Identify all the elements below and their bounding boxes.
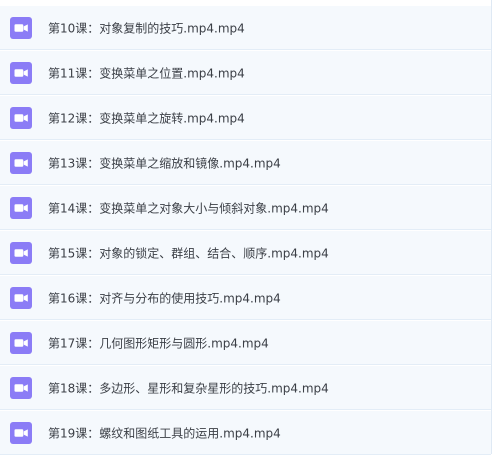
video-file-icon: [10, 286, 32, 309]
file-row[interactable]: 第15课：对象的锁定、群组、结合、顺序.mp4.mp4: [0, 231, 491, 275]
video-file-icon: [10, 331, 32, 354]
file-list: 第10课：对象复制的技巧.mp4.mp4 第11课：变换菜单之位置.mp4.mp…: [0, 0, 492, 455]
file-row[interactable]: 第17课：几何图形矩形与圆形.mp4.mp4: [0, 321, 491, 365]
file-row[interactable]: 第18课：多边形、星形和复杂星形的技巧.mp4.mp4: [0, 366, 491, 410]
file-name: 第15课：对象的锁定、群组、结合、顺序.mp4.mp4: [48, 246, 329, 260]
video-file-icon: [10, 421, 32, 444]
file-name: 第19课：螺纹和图纸工具的运用.mp4.mp4: [48, 426, 281, 440]
file-name: 第17课：几何图形矩形与圆形.mp4.mp4: [48, 336, 269, 350]
video-file-icon: [10, 151, 32, 174]
video-file-icon: [10, 16, 32, 39]
video-file-icon: [10, 376, 32, 399]
file-name: 第13课：变换菜单之缩放和镜像.mp4.mp4: [48, 156, 281, 170]
file-row[interactable]: 第10课：对象复制的技巧.mp4.mp4: [0, 6, 491, 50]
file-row[interactable]: 第12课：变换菜单之旋转.mp4.mp4: [0, 96, 491, 140]
file-row[interactable]: 第16课：对齐与分布的使用技巧.mp4.mp4: [0, 276, 491, 320]
file-name: 第16课：对齐与分布的使用技巧.mp4.mp4: [48, 291, 281, 305]
file-row[interactable]: 第19课：螺纹和图纸工具的运用.mp4.mp4: [0, 411, 491, 455]
file-name: 第14课：变换菜单之对象大小与倾斜对象.mp4.mp4: [48, 201, 329, 215]
video-file-icon: [10, 106, 32, 129]
file-name: 第18课：多边形、星形和复杂星形的技巧.mp4.mp4: [48, 381, 329, 395]
video-file-icon: [10, 241, 32, 264]
file-row[interactable]: 第13课：变换菜单之缩放和镜像.mp4.mp4: [0, 141, 491, 185]
file-name: 第10课：对象复制的技巧.mp4.mp4: [48, 21, 245, 35]
video-file-icon: [10, 61, 32, 84]
video-file-icon: [10, 196, 32, 219]
file-name: 第11课：变换菜单之位置.mp4.mp4: [48, 66, 245, 80]
file-row[interactable]: 第14课：变换菜单之对象大小与倾斜对象.mp4.mp4: [0, 186, 491, 230]
file-row[interactable]: 第11课：变换菜单之位置.mp4.mp4: [0, 51, 491, 95]
file-name: 第12课：变换菜单之旋转.mp4.mp4: [48, 111, 245, 125]
